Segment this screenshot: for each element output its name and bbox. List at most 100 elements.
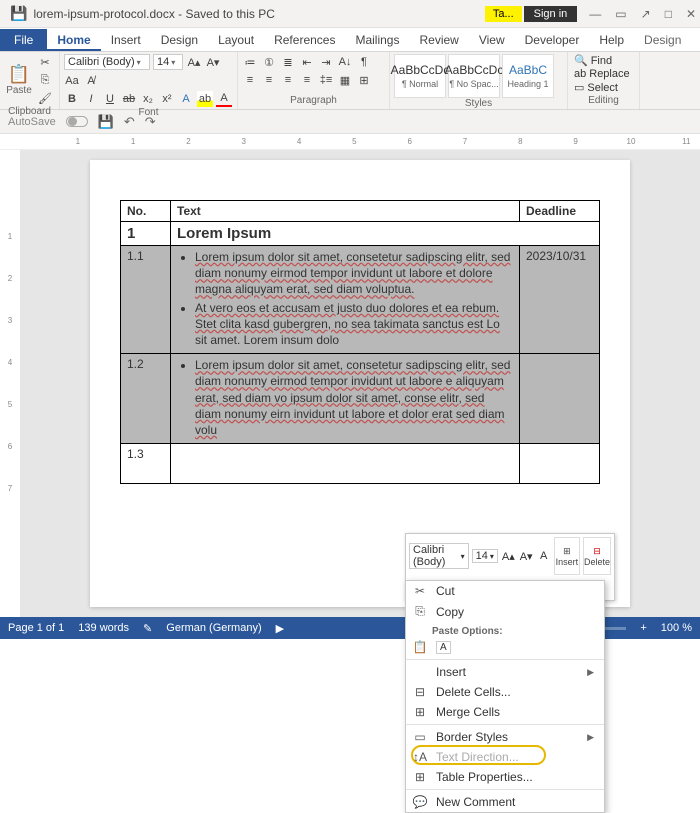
status-words[interactable]: 139 words (78, 622, 129, 634)
increase-indent-icon[interactable]: ⇥ (318, 54, 334, 70)
copy-icon[interactable]: ⎘ (37, 72, 53, 88)
autosave-toggle[interactable] (66, 116, 88, 127)
change-case-icon[interactable]: Aa (64, 73, 80, 89)
col-header-deadline[interactable]: Deadline (520, 201, 600, 222)
cell-text[interactable]: Lorem ipsum dolor sit amet, consetetur s… (171, 246, 520, 354)
cell-deadline[interactable]: 2023/10/31 (520, 246, 600, 354)
cell-deadline[interactable] (520, 354, 600, 444)
save-icon[interactable]: 💾 (98, 114, 114, 130)
format-painter-icon[interactable]: 🖌 (37, 90, 53, 106)
mini-styles-icon[interactable]: A (537, 547, 551, 565)
tab-view[interactable]: View (469, 29, 515, 51)
justify-icon[interactable]: ≡ (299, 72, 315, 88)
ribbon-display-icon[interactable]: ▭ (615, 7, 626, 21)
ctx-new-comment[interactable]: 💬New Comment (406, 792, 604, 812)
tab-design[interactable]: Design (151, 29, 208, 51)
italic-icon[interactable]: I (83, 91, 99, 107)
status-language[interactable]: German (Germany) (166, 622, 261, 634)
underline-icon[interactable]: U (102, 91, 118, 107)
mini-shrink-font-icon[interactable]: A▾ (519, 547, 534, 565)
minimize-icon[interactable]: — (589, 7, 601, 21)
mini-font-size[interactable]: 14▾ (472, 549, 498, 563)
cell-no[interactable]: 1.2 (121, 354, 171, 444)
macro-icon[interactable]: ▶ (276, 622, 284, 635)
show-marks-icon[interactable]: ¶ (356, 54, 372, 70)
cell-title[interactable]: Lorem Ipsum (171, 222, 600, 246)
mini-insert-button[interactable]: ⊞Insert (554, 537, 580, 575)
grow-font-icon[interactable]: A▴ (186, 54, 202, 70)
style-no-spacing[interactable]: AaBbCcDc¶ No Spac... (448, 54, 500, 98)
align-right-icon[interactable]: ≡ (280, 72, 296, 88)
borders-icon[interactable]: ⊞ (356, 72, 372, 88)
select-button[interactable]: ▭Select (572, 81, 635, 94)
cell-text[interactable]: Lorem ipsum dolor sit amet, consetetur s… (171, 354, 520, 444)
tab-home[interactable]: Home (47, 29, 100, 51)
ctx-table-properties[interactable]: ⊞Table Properties... (406, 767, 604, 787)
align-left-icon[interactable]: ≡ (242, 72, 258, 88)
undo-icon[interactable]: ↶ (124, 114, 135, 130)
ctx-copy[interactable]: ⎘Copy (406, 601, 604, 622)
ctx-text-direction[interactable]: ↕AText Direction... (406, 747, 604, 767)
mini-delete-button[interactable]: ⊟Delete (583, 537, 611, 575)
mini-font-name[interactable]: Calibri (Body)▾ (409, 543, 469, 569)
zoom-in-icon[interactable]: + (640, 622, 646, 634)
maximize-icon[interactable]: □ (665, 7, 672, 21)
cell-no[interactable]: 1.3 (121, 444, 171, 484)
tab-layout[interactable]: Layout (208, 29, 264, 51)
document-table[interactable]: No. Text Deadline 1 Lorem Ipsum 1.1 Lore… (120, 200, 600, 484)
tab-table-layout[interactable]: Layout (691, 29, 700, 51)
spellcheck-icon[interactable]: ✎ (143, 622, 152, 635)
list-item[interactable]: Lorem ipsum dolor sit amet, consetetur s… (195, 249, 513, 298)
ctx-delete-cells[interactable]: ⊟Delete Cells... (406, 682, 604, 702)
style-heading1[interactable]: AaBbCHeading 1 (502, 54, 554, 98)
line-spacing-icon[interactable]: ‡≡ (318, 72, 334, 88)
list-item[interactable]: At vero eos et accusam et justo duo dolo… (195, 300, 513, 349)
tab-mailings[interactable]: Mailings (345, 29, 409, 51)
shrink-font-icon[interactable]: A▾ (205, 54, 221, 70)
shading-icon[interactable]: ▦ (337, 72, 353, 88)
text-effects-icon[interactable]: A (178, 91, 194, 107)
numbering-icon[interactable]: ① (261, 54, 277, 70)
tab-references[interactable]: References (264, 29, 345, 51)
highlight-icon[interactable]: ab (197, 91, 213, 107)
subscript-icon[interactable]: x₂ (140, 91, 156, 107)
cell-no-title[interactable]: 1 (121, 222, 171, 246)
tab-file[interactable]: File (0, 29, 47, 51)
ctx-insert[interactable]: Insert▶ (406, 662, 604, 682)
superscript-icon[interactable]: x² (159, 91, 175, 107)
styles-gallery[interactable]: AaBbCcDc¶ Normal AaBbCcDc¶ No Spac... Aa… (394, 54, 563, 98)
tab-review[interactable]: Review (409, 29, 468, 51)
strike-icon[interactable]: ab (121, 91, 137, 107)
font-name-select[interactable]: Calibri (Body)▾ (64, 54, 150, 70)
decrease-indent-icon[interactable]: ⇤ (299, 54, 315, 70)
ruler-vertical[interactable]: 1234567 (0, 150, 20, 617)
tab-help[interactable]: Help (589, 29, 634, 51)
cut-icon[interactable]: ✂ (37, 54, 53, 70)
status-page[interactable]: Page 1 of 1 (8, 622, 64, 634)
multilevel-icon[interactable]: ≣ (280, 54, 296, 70)
col-header-no[interactable]: No. (121, 201, 171, 222)
list-item[interactable]: Lorem ipsum dolor sit amet, consetetur s… (195, 357, 513, 438)
ctx-cut[interactable]: ✂Cut (406, 581, 604, 601)
style-normal[interactable]: AaBbCcDc¶ Normal (394, 54, 446, 98)
sign-in-button[interactable]: Sign in (524, 6, 578, 22)
ruler-horizontal[interactable]: 11234567891011 (0, 134, 700, 150)
sort-icon[interactable]: A↓ (337, 54, 353, 70)
ctx-border-styles[interactable]: ▭Border Styles▶ (406, 727, 604, 747)
table-tools-tab[interactable]: Ta... (485, 6, 522, 22)
replace-button[interactable]: abReplace (572, 68, 635, 80)
cell-deadline[interactable] (520, 444, 600, 484)
share-icon[interactable]: ↗ (641, 7, 651, 21)
col-header-text[interactable]: Text (171, 201, 520, 222)
tab-developer[interactable]: Developer (515, 29, 590, 51)
tab-table-design[interactable]: Design (634, 29, 691, 51)
tab-insert[interactable]: Insert (101, 29, 151, 51)
close-icon[interactable]: ✕ (686, 7, 696, 21)
redo-icon[interactable]: ↷ (145, 114, 156, 130)
mini-grow-font-icon[interactable]: A▴ (501, 547, 516, 565)
zoom-value[interactable]: 100 % (661, 622, 692, 634)
cell-no[interactable]: 1.1 (121, 246, 171, 354)
cell-text[interactable] (171, 444, 520, 484)
bullets-icon[interactable]: ≔ (242, 54, 258, 70)
ctx-merge-cells[interactable]: ⊞Merge Cells (406, 702, 604, 722)
